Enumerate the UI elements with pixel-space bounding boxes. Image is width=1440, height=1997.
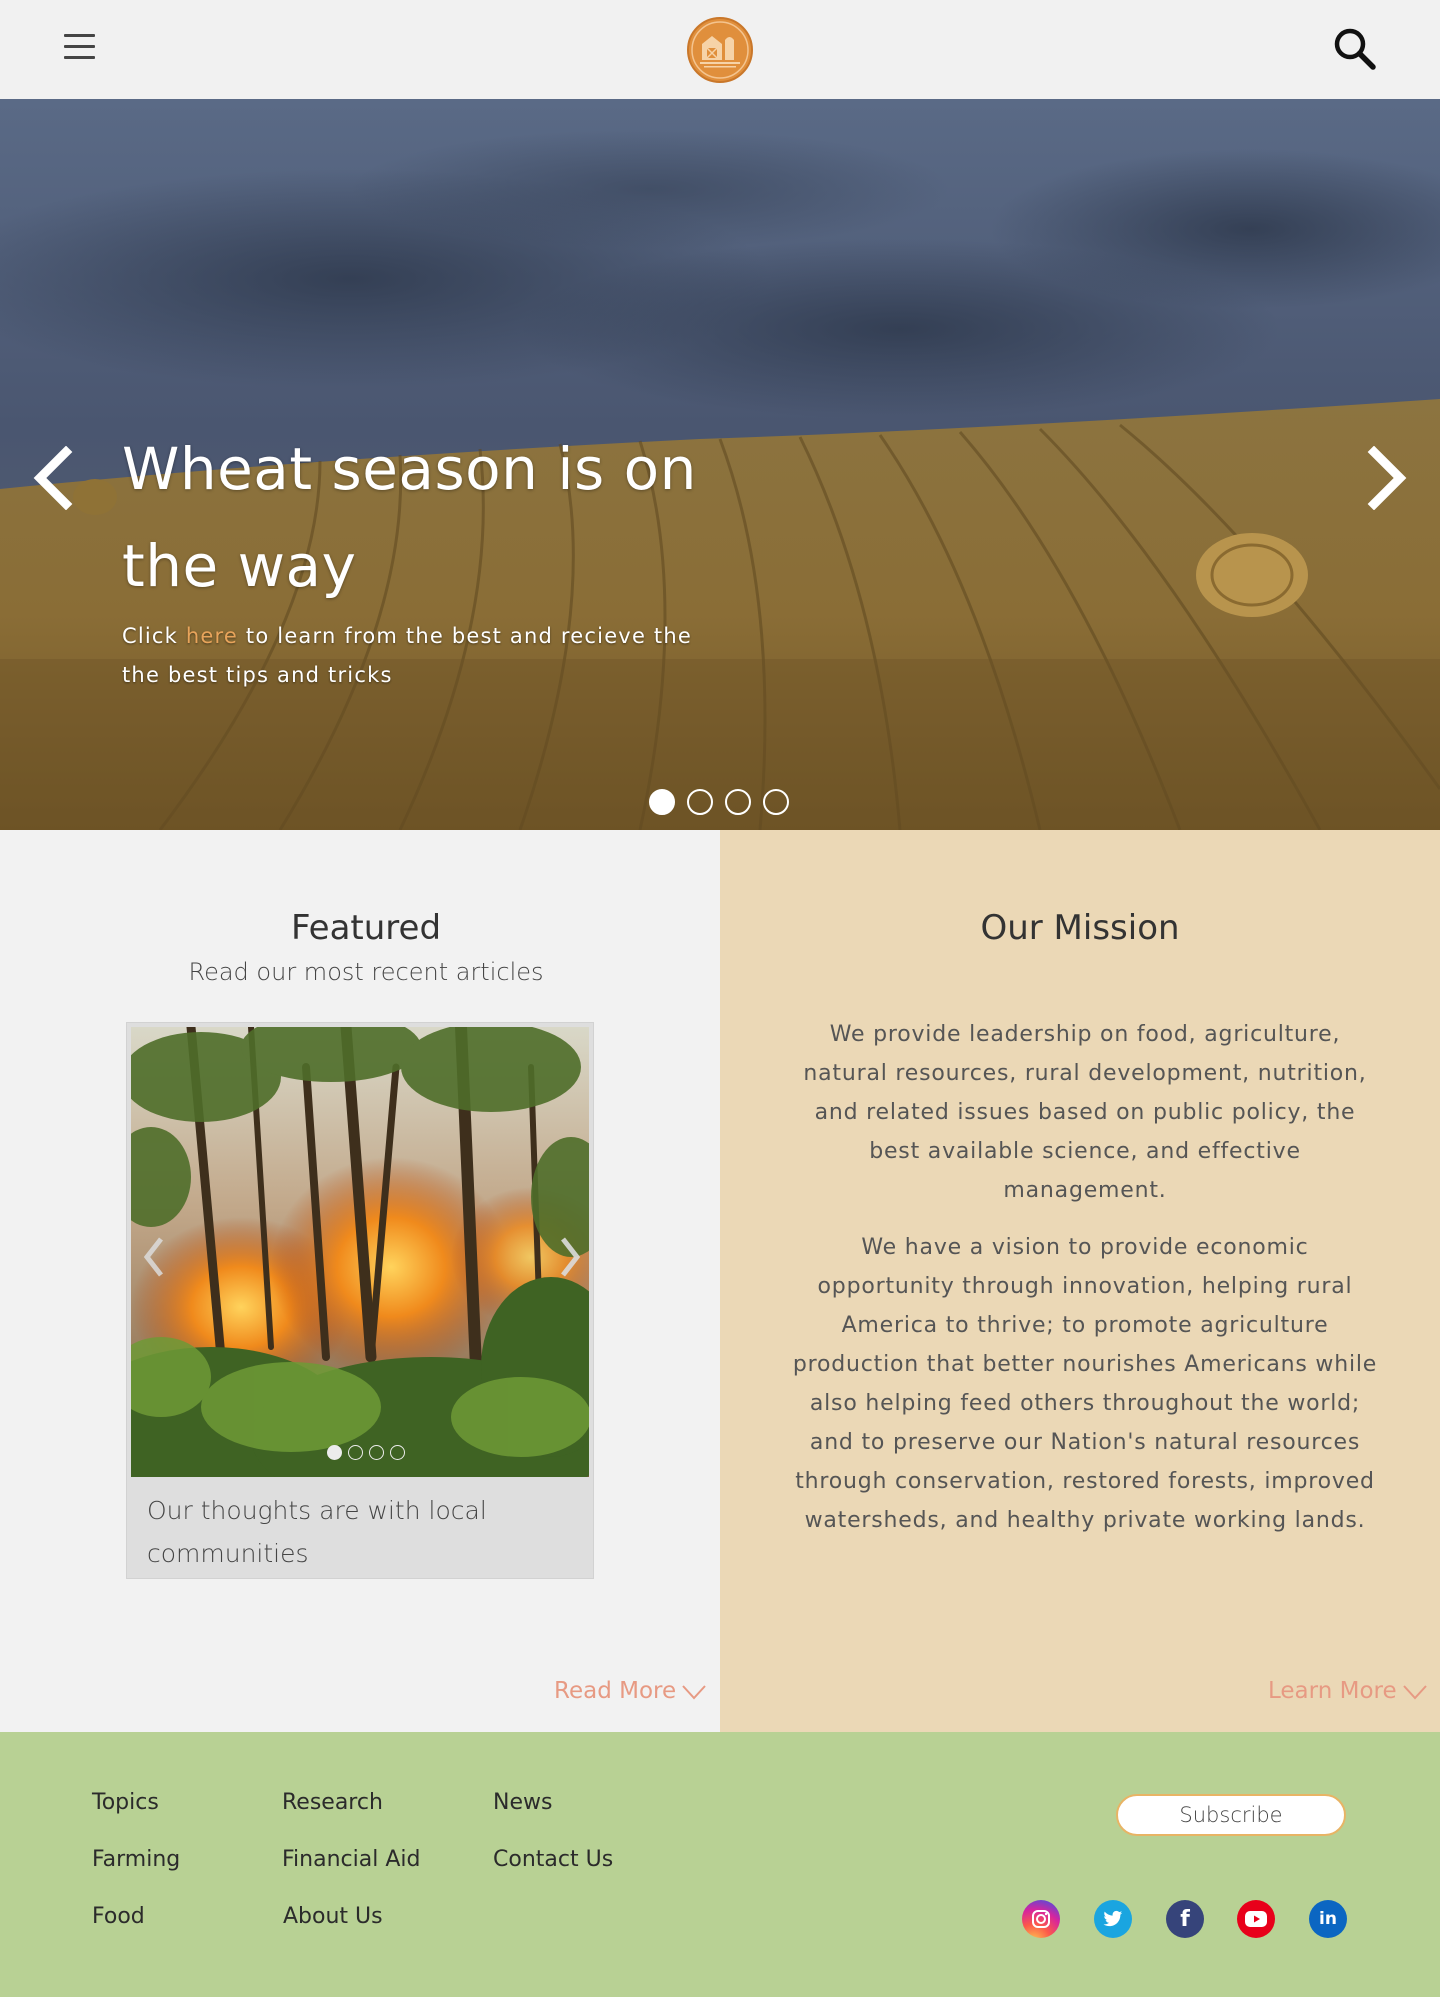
hero-dot-2[interactable] — [687, 789, 713, 815]
hero-pagination — [649, 789, 789, 815]
forest-fire-photo — [131, 1027, 589, 1477]
card-dot-3[interactable] — [369, 1445, 384, 1460]
mission-paragraph-1: We provide leadership on food, agricultu… — [803, 1022, 1367, 1203]
chevron-down-icon — [682, 1684, 706, 1699]
hero-prev-chevron-left-icon[interactable] — [28, 445, 78, 511]
hero-subtitle-text: Click — [122, 624, 186, 648]
twitter-icon[interactable] — [1094, 1900, 1132, 1938]
instagram-icon[interactable] — [1022, 1900, 1060, 1938]
hero-dot-3[interactable] — [725, 789, 751, 815]
hero-dot-4[interactable] — [763, 789, 789, 815]
facebook-icon[interactable]: f — [1166, 1900, 1204, 1938]
hero-subtitle: Click here to learn from the best and re… — [122, 617, 722, 695]
youtube-icon[interactable] — [1237, 1900, 1275, 1938]
chevron-down-icon — [1402, 1684, 1427, 1699]
featured-section: Featured Read our most recent articles O… — [0, 830, 720, 1732]
mission-title: Our Mission — [980, 908, 1180, 948]
mission-section: Our Mission We provide leadership on foo… — [720, 830, 1440, 1732]
featured-title: Featured — [290, 908, 442, 948]
search-icon[interactable] — [1332, 26, 1378, 72]
footer-link-food[interactable]: Food — [92, 1904, 145, 1929]
learn-more-label: Learn More — [1268, 1678, 1397, 1704]
featured-subtitle: Read our most recent articles — [188, 958, 544, 986]
mission-paragraph-2: We have a vision to provide economic opp… — [792, 1235, 1378, 1533]
hero-carousel: Wheat season is on the way Click here to… — [0, 99, 1440, 830]
card-caption[interactable]: Our thoughts are with local communities — [147, 1489, 577, 1575]
hero-here-link[interactable]: here — [186, 624, 238, 648]
hero-title: Wheat season is on the way — [122, 435, 697, 600]
card-dot-1[interactable] — [327, 1445, 342, 1460]
hero-dot-1[interactable] — [649, 789, 675, 815]
featured-article-card[interactable]: Our thoughts are with local communities — [126, 1022, 594, 1579]
card-pagination — [327, 1445, 405, 1460]
card-dot-4[interactable] — [390, 1445, 405, 1460]
footer-link-research[interactable]: Research — [282, 1790, 383, 1815]
footer-link-financial-aid[interactable]: Financial Aid — [282, 1847, 420, 1872]
subscribe-button[interactable]: Subscribe — [1116, 1794, 1346, 1836]
barn-silo-logo[interactable] — [686, 16, 754, 84]
site-footer: Topics Farming Food Research Financial A… — [0, 1732, 1440, 1997]
learn-more-link[interactable]: Learn More — [1268, 1678, 1427, 1704]
footer-link-topics[interactable]: Topics — [92, 1790, 159, 1815]
site-header — [0, 0, 1440, 99]
footer-link-news[interactable]: News — [493, 1790, 552, 1815]
footer-link-farming[interactable]: Farming — [92, 1847, 180, 1872]
hero-next-chevron-right-icon[interactable] — [1362, 445, 1412, 511]
card-next-chevron-right-icon[interactable] — [555, 1235, 585, 1279]
card-prev-chevron-left-icon[interactable] — [139, 1235, 169, 1279]
card-dot-2[interactable] — [348, 1445, 363, 1460]
footer-link-contact-us[interactable]: Contact Us — [493, 1847, 613, 1872]
hamburger-icon[interactable] — [64, 34, 96, 62]
footer-link-about-us[interactable]: About Us — [283, 1904, 383, 1929]
linkedin-icon[interactable]: in — [1309, 1900, 1347, 1938]
read-more-label: Read More — [554, 1678, 677, 1704]
read-more-link[interactable]: Read More — [554, 1678, 706, 1704]
